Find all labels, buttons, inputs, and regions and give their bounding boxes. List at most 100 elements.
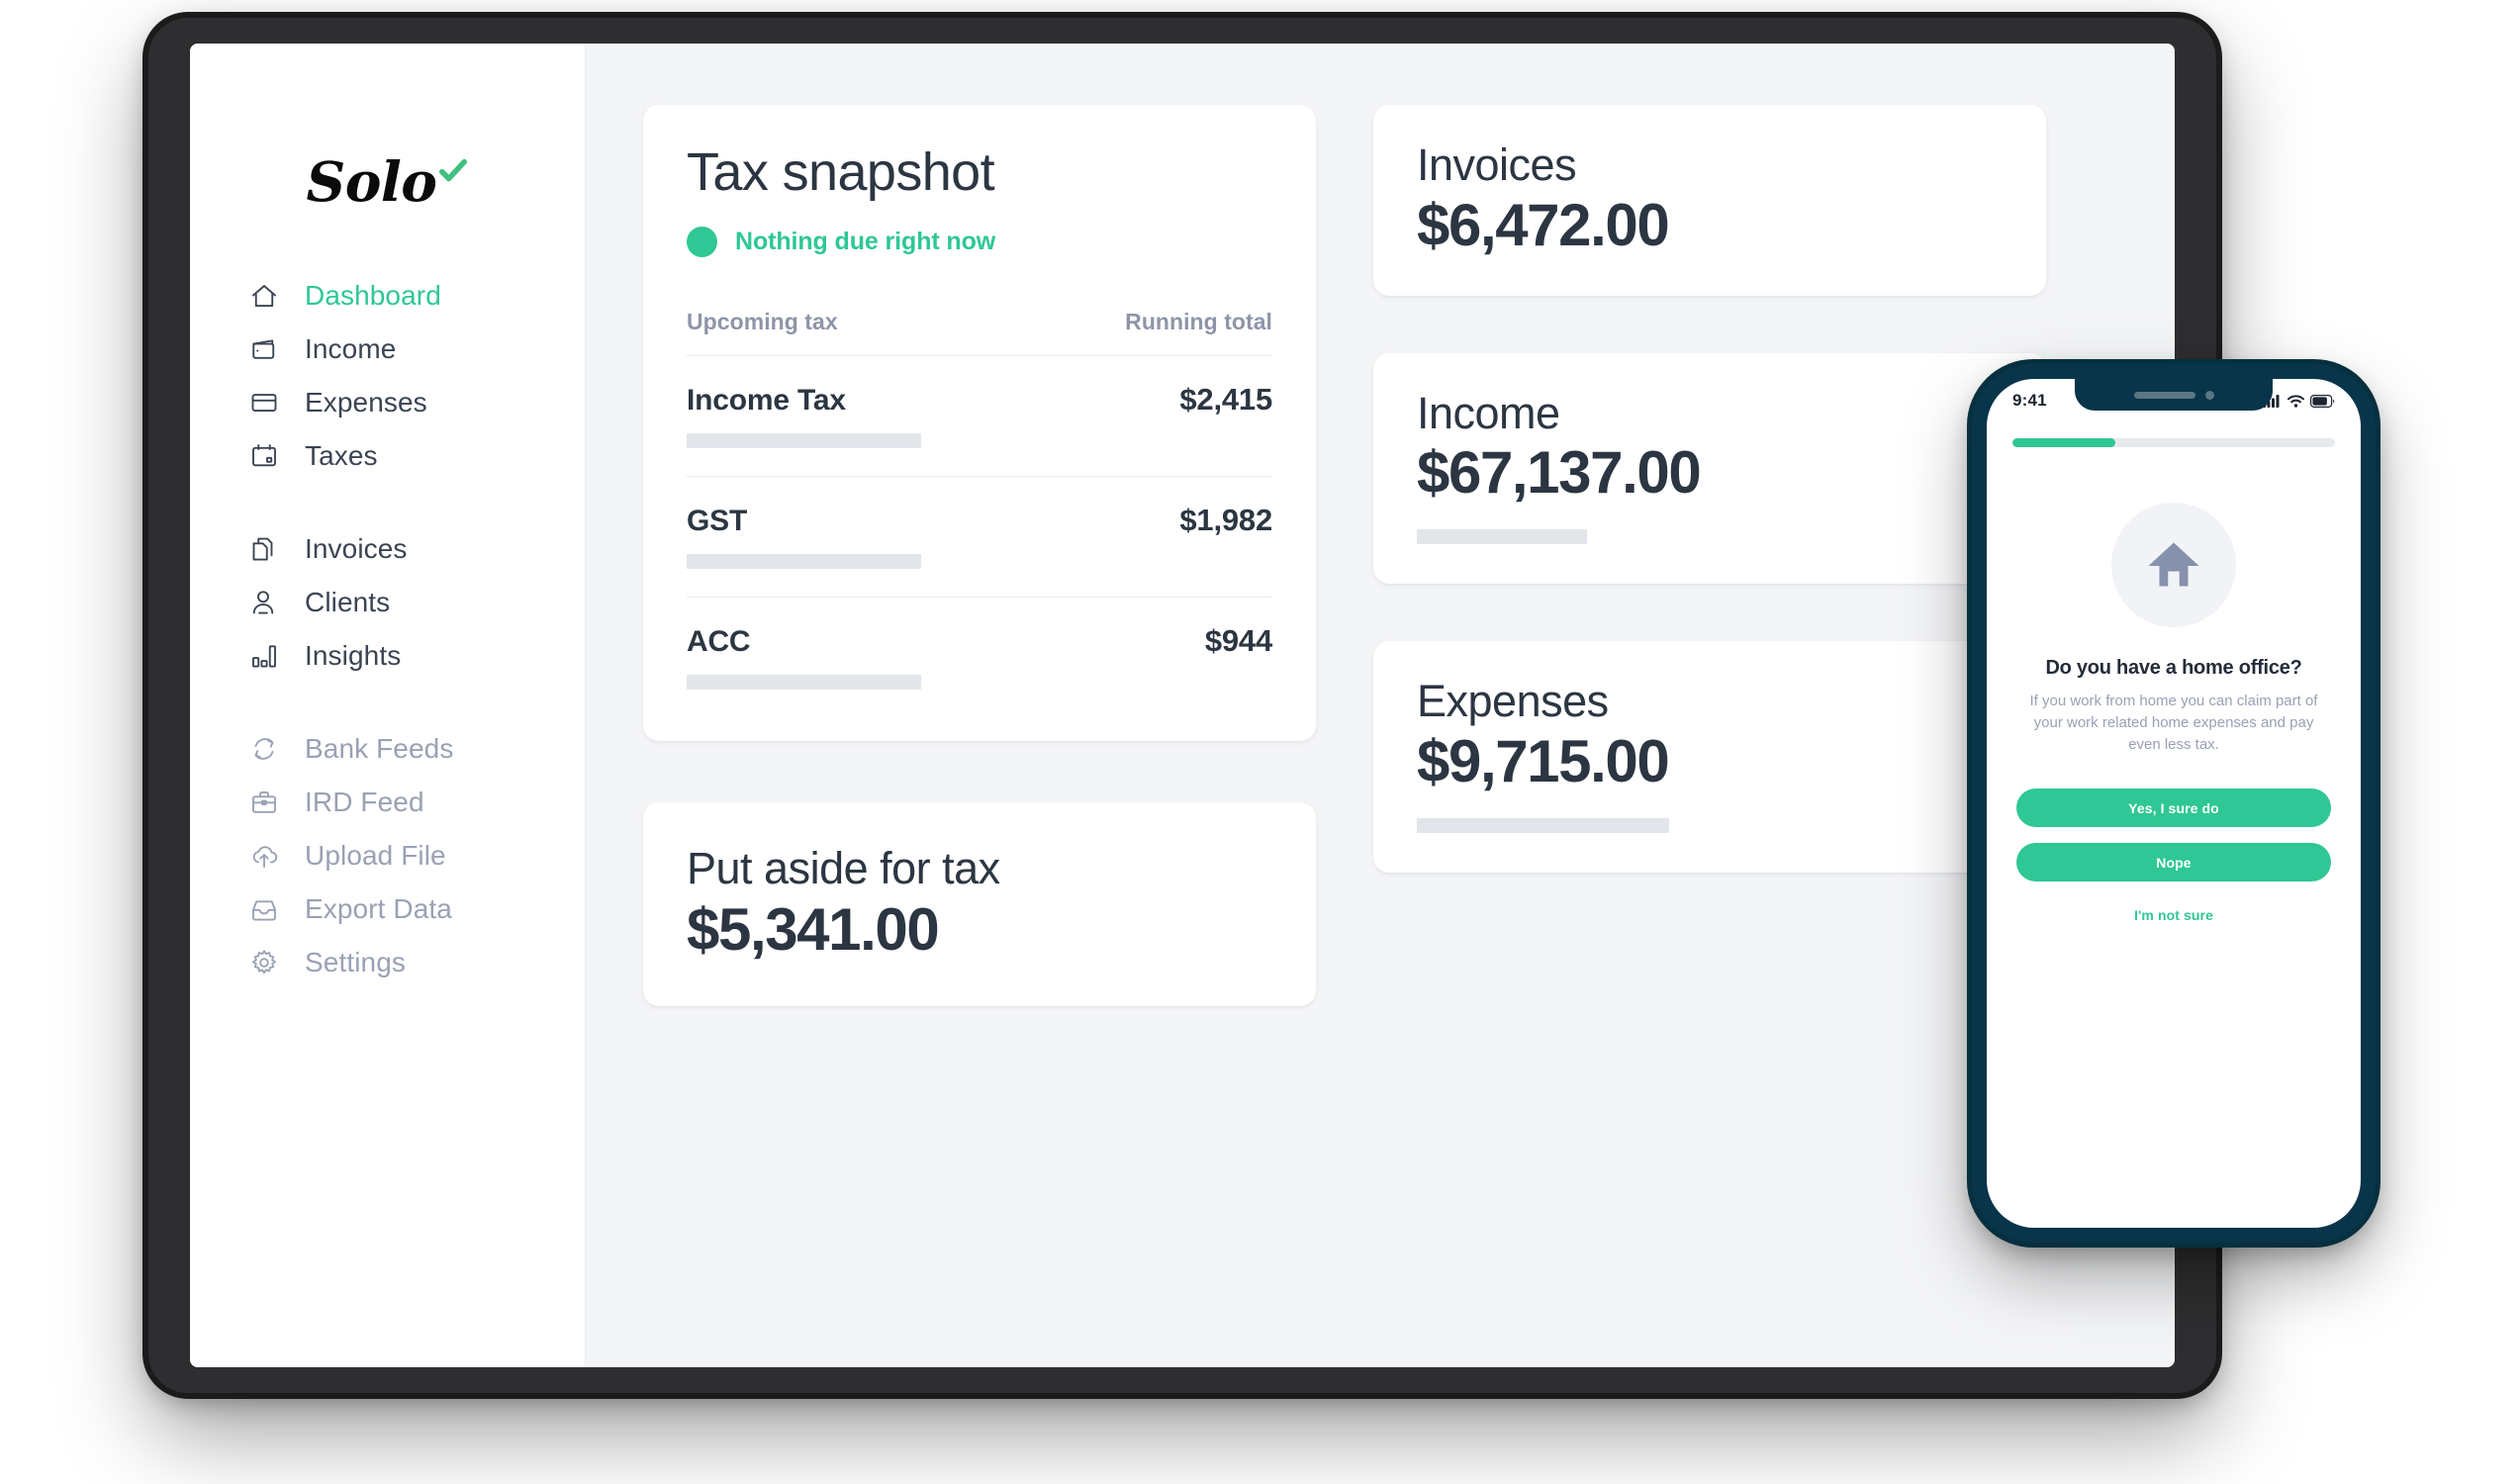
stat-card-value: $6,472.00	[1417, 191, 1670, 258]
tax-snapshot-card: Tax snapshot Nothing due right now Upcom…	[643, 105, 1316, 741]
sidebar-group-0: Dashboard Income Expenses Taxes	[190, 269, 585, 483]
tax-row-top: GST $1,982	[687, 503, 1272, 538]
sidebar-item-label: Export Data	[305, 893, 452, 924]
documents-icon	[249, 534, 279, 564]
home-icon	[2111, 503, 2236, 627]
sidebar-item-dashboard[interactable]: Dashboard	[190, 269, 585, 323]
tax-rows-list: Income Tax $2,415 GST $1,982 ACC $944	[687, 356, 1272, 707]
status-badge-dot	[687, 226, 717, 257]
battery-icon	[2310, 394, 2335, 408]
gear-icon	[249, 948, 279, 977]
tax-row-top: ACC $944	[687, 623, 1272, 659]
tax-row-income-tax[interactable]: Income Tax $2,415	[687, 356, 1272, 477]
stat-card-expenses[interactable]: Expenses $9,715.00	[1373, 641, 2046, 873]
home-icon	[249, 281, 279, 311]
laptop-frame: Solo Dashboard Income Expenses Taxes Invoice…	[148, 18, 2216, 1393]
tax-row-amount: $1,982	[1179, 502, 1272, 537]
cloud-upload-icon	[249, 841, 279, 871]
answer-not-sure-link[interactable]: I'm not sure	[2016, 907, 2331, 923]
stat-card-income[interactable]: Income $67,137.00	[1373, 352, 2046, 584]
sidebar-item-label: IRD Feed	[305, 787, 424, 817]
brand-logo[interactable]: Solo	[190, 121, 585, 269]
tax-row-name: GST	[687, 504, 748, 537]
stat-card-label: Invoices	[1417, 139, 1577, 190]
stat-card-placeholder-bar	[1417, 817, 1669, 833]
sidebar-item-label: Income	[305, 333, 397, 364]
browser-window: Solo Dashboard Income Expenses Taxes Invoice…	[190, 44, 2175, 1367]
tax-row-acc[interactable]: ACC $944	[687, 598, 1272, 707]
sidebar-item-expenses[interactable]: Expenses	[190, 376, 585, 429]
brand-name: Solo	[306, 149, 437, 214]
sidebar: Solo Dashboard Income Expenses Taxes Invoice…	[190, 44, 586, 1367]
onboarding-progress-fill	[2012, 438, 2116, 447]
sidebar-item-export-data[interactable]: Export Data	[190, 882, 585, 936]
put-aside-label: Put aside for tax	[687, 842, 1000, 893]
users-icon	[249, 588, 279, 617]
check-icon	[438, 156, 468, 186]
stat-card-placeholder-bar	[1417, 529, 1587, 544]
onboarding-progress-bar	[2012, 438, 2335, 447]
sidebar-item-upload-file[interactable]: Upload File	[190, 829, 585, 882]
stat-card-label: Income	[1417, 387, 1560, 438]
sidebar-item-insights[interactable]: Insights	[190, 629, 585, 683]
stat-card-label: Expenses	[1417, 676, 1609, 726]
tax-row-top: Income Tax $2,415	[687, 382, 1272, 417]
sidebar-item-clients[interactable]: Clients	[190, 576, 585, 629]
tax-row-name: ACC	[687, 624, 751, 658]
stat-card-invoices[interactable]: Invoices $6,472.00	[1373, 105, 2046, 296]
tax-row-placeholder-bar	[687, 553, 921, 569]
tax-row-name: Income Tax	[687, 383, 846, 417]
put-aside-value: $5,341.00	[687, 896, 940, 964]
credit-card-icon	[249, 388, 279, 417]
tax-row-gst[interactable]: GST $1,982	[687, 477, 1272, 598]
sidebar-item-label: Settings	[305, 947, 406, 977]
phone-mockup: 9:41 Do you have a home office? If you w…	[1972, 364, 2376, 1243]
screenshot-root: Solo Dashboard Income Expenses Taxes Invoice…	[0, 0, 2520, 1484]
status-bar-icons	[2263, 394, 2335, 408]
tax-status-row: Nothing due right now	[687, 226, 1272, 257]
put-aside-for-tax-card: Put aside for tax $5,341.00	[643, 801, 1316, 1007]
column-header-upcoming-tax: Upcoming tax	[687, 308, 838, 334]
briefcase-icon	[249, 788, 279, 817]
answer-no-button[interactable]: Nope	[2016, 843, 2331, 882]
stat-card-value: $9,715.00	[1417, 727, 1670, 794]
calendar-icon	[249, 441, 279, 471]
sidebar-item-label: Upload File	[305, 840, 446, 871]
tax-row-amount: $944	[1204, 622, 1272, 658]
tax-row-placeholder-bar	[687, 432, 921, 448]
sidebar-group-2: Bank Feeds IRD Feed Upload File Export Data…	[190, 722, 585, 989]
status-bar-time: 9:41	[2012, 391, 2047, 410]
tax-row-amount: $2,415	[1179, 381, 1272, 417]
sidebar-item-ird-feed[interactable]: IRD Feed	[190, 776, 585, 829]
phone-content: Do you have a home office? If you work f…	[1987, 503, 2361, 923]
sidebar-item-label: Insights	[305, 640, 402, 671]
tax-row-placeholder-bar	[687, 674, 921, 690]
sidebar-item-income[interactable]: Income	[190, 323, 585, 376]
tax-snapshot-title: Tax snapshot	[687, 142, 995, 202]
sidebar-item-label: Invoices	[305, 533, 408, 564]
sidebar-navigation: Dashboard Income Expenses Taxes Invoices Clie…	[190, 269, 585, 989]
front-camera-icon	[2204, 390, 2214, 400]
wallet-icon	[249, 334, 279, 364]
stat-card-value: $67,137.00	[1417, 439, 1702, 506]
sidebar-item-taxes[interactable]: Taxes	[190, 429, 585, 483]
sidebar-item-label: Taxes	[305, 440, 378, 471]
column-header-running-total: Running total	[1125, 308, 1272, 334]
sidebar-item-label: Clients	[305, 587, 391, 617]
tax-table-header: Upcoming tax Running total	[687, 309, 1272, 356]
sidebar-item-bank-feeds[interactable]: Bank Feeds	[190, 722, 585, 776]
sidebar-item-invoices[interactable]: Invoices	[190, 522, 585, 576]
phone-notch	[2075, 379, 2273, 411]
sidebar-item-label: Bank Feeds	[305, 733, 454, 764]
sidebar-item-settings[interactable]: Settings	[190, 936, 585, 989]
answer-yes-button[interactable]: Yes, I sure do	[2016, 788, 2331, 828]
phone-screen: 9:41 Do you have a home office? If you w…	[1987, 379, 2361, 1228]
dashboard-main: Tax snapshot Nothing due right now Upcom…	[586, 44, 2175, 1367]
onboarding-subtext: If you work from home you can claim part…	[2029, 693, 2318, 753]
speaker-grill-icon	[2133, 391, 2195, 399]
status-badge-text: Nothing due right now	[735, 227, 996, 255]
wifi-icon	[2287, 394, 2304, 408]
dashboard-right-column: Invoices $6,472.00 Income $67,137.00 Expense…	[1373, 105, 2046, 873]
sidebar-group-1: Invoices Clients Insights	[190, 522, 585, 683]
inbox-icon	[249, 894, 279, 924]
